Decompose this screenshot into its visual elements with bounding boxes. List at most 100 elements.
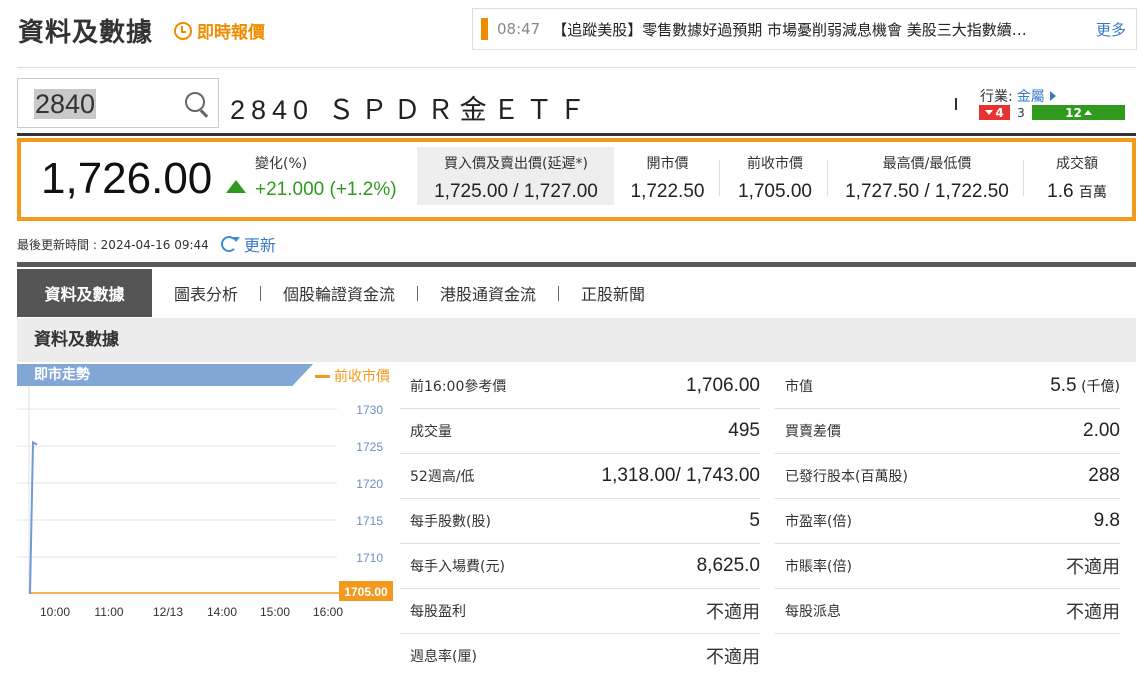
bid-ask-cell: 買入價及賣出價(延遲*) 1,725.00 / 1,727.00 [425,153,607,203]
stats-key: 每股盈利 [410,604,466,620]
stats-row: 每股盈利 不適用 [400,589,760,634]
high-low-value: 1,727.50 / 1,722.50 [845,181,1009,202]
breadth-up-count: 12 [1065,105,1082,120]
x-tick-label: 14:00 [207,605,237,619]
last-update: 最後更新時間 : 2024-04-16 09:44 更新 [17,232,276,256]
stats-value: 不適用 [1066,557,1120,578]
prev-close-label: 前收市價 [747,156,803,172]
search-icon[interactable] [185,92,205,112]
stats-value: 不適用 [706,647,760,668]
legend-swatch [315,374,330,378]
turnover-cell: 成交額 1.6 百萬 [1037,153,1117,203]
stats-value: 1,318.00/ 1,743.00 [601,465,760,486]
stats-key: 買賣差價 [785,424,841,440]
down-arrow-icon [985,110,994,115]
stats-value-unit: (千億) [1076,379,1120,395]
stock-search-box[interactable]: 2840 [17,78,219,128]
divider [17,262,1136,267]
change-value: +21.000 (+1.2%) [255,179,397,200]
y-tick-label: 1725 [356,440,383,454]
legend-label: 前收市價 [334,369,390,385]
x-tick-label: 11:00 [94,605,123,619]
tab-chart-analysis[interactable]: 圖表分析 [152,269,260,317]
stats-key: 每手股數(股) [410,514,491,530]
ticker-marker [481,18,488,40]
industry-label: 行業: [980,89,1013,105]
ticker-time: 08:47 [497,20,541,38]
industry-link[interactable]: 金屬 [1017,86,1045,106]
divider [827,160,828,196]
news-ticker[interactable]: 08:47 【追蹤美股】零售數據好過預期 市場憂削弱減息機會 美股三大指數續… … [472,8,1137,50]
stats-key: 市盈率(倍) [785,514,852,530]
last-update-label: 最後更新時間 : 2024-04-16 09:44 [17,237,209,252]
stats-row: 市值 5.5 (千億) [775,364,1120,409]
divider [17,67,1136,68]
x-tick-label: 15:00 [260,605,290,619]
turnover-value: 1.6 百萬 [1037,181,1117,203]
stats-row: 52週高/低 1,318.00/ 1,743.00 [400,454,760,499]
stats-row: 成交量 495 [400,409,760,454]
stats-value: 5.5 (千億) [1050,375,1120,396]
tab-data[interactable]: 資料及數據 [17,269,152,317]
y-tick-label: 1730 [356,403,383,417]
chart-title: 即市走勢 [17,364,313,386]
stats-value: 2.00 [1083,420,1120,441]
stats-value: 不適用 [706,602,760,623]
breadth-down: 4 [979,105,1010,120]
bid-ask-label: 買入價及賣出價(延遲*) [444,156,588,172]
stats-row: 買賣差價 2.00 [775,409,1120,454]
open-label: 開市價 [646,156,689,172]
realtime-quote-label: 即時報價 [197,23,265,43]
clock-icon [174,21,192,40]
turnover-unit: 百萬 [1078,185,1107,201]
stats-row: 前16:00參考價 1,706.00 [400,364,760,409]
refresh-icon[interactable] [220,236,240,252]
stats-key: 週息率(厘) [410,649,477,665]
divider [955,98,957,110]
stats-value: 5 [749,510,760,531]
prev-close-badge-label: 1705.00 [344,585,388,599]
stats-row: 每手入場費(元) 8,625.0 [400,544,760,589]
industry-info: 行業: 金屬 [980,86,1056,106]
stats-row: 市盈率(倍) 9.8 [775,499,1120,544]
x-tick-label: 16:00 [313,605,343,619]
ticker-headline[interactable]: 【追蹤美股】零售數據好過預期 市場憂削弱減息機會 美股三大指數續… [552,19,1088,40]
change-label: 變化(%) [255,156,308,172]
price-line [29,440,38,595]
stats-row: 市賬率(倍) 不適用 [775,544,1120,589]
last-price: 1,726.00 [41,154,213,203]
divider [17,133,1136,136]
stats-row: 週息率(厘) 不適用 [400,634,760,675]
intraday-chart: 1730 1725 1720 1715 1710 10:00 11:00 12/13 14:00… [17,386,393,619]
chart-header: 即市走勢 前收市價 [17,364,393,386]
stats-value: 495 [728,420,760,441]
stats-key: 市賬率(倍) [785,559,852,575]
stats-key: 每股派息 [785,604,841,620]
stock-name: 2840 ＳＰＤＲ金ＥＴＦ [230,95,592,125]
stats-row: 每手股數(股) 5 [400,499,760,544]
search-input[interactable]: 2840 [34,89,97,119]
ticker-more-link[interactable]: 更多 [1096,19,1126,40]
tab-stock-news[interactable]: 正股新聞 [559,269,667,317]
high-low-label: 最高價/最低價 [882,156,972,172]
page-title: 資料及數據 [18,18,154,48]
open-cell: 開市價 1,722.50 [625,153,710,203]
up-arrow-icon [226,180,246,193]
stats-key: 每手入場費(元) [410,559,505,575]
refresh-button[interactable]: 更新 [244,232,276,256]
tab-stock-connect-flow[interactable]: 港股通資金流 [418,269,558,317]
realtime-quote-link[interactable]: 即時報價 [174,18,265,43]
stats-key: 52週高/低 [410,469,475,485]
stats-row: 每股派息 不適用 [775,589,1120,634]
caret-right-icon[interactable] [1049,91,1056,101]
stats-key: 前16:00參考價 [410,379,507,395]
x-tick-label: 10:00 [40,605,70,619]
section-title: 資料及數據 [17,318,1136,362]
tab-warrant-flow[interactable]: 個股輪證資金流 [261,269,417,317]
divider [1023,160,1024,196]
prev-close-value: 1,705.00 [738,181,812,202]
breadth-down-count: 4 [995,105,1004,120]
breadth-up: 12 [1032,105,1125,120]
x-tick-label: 12/13 [153,605,183,619]
bid-ask-value: 1,725.00 / 1,727.00 [434,181,598,202]
